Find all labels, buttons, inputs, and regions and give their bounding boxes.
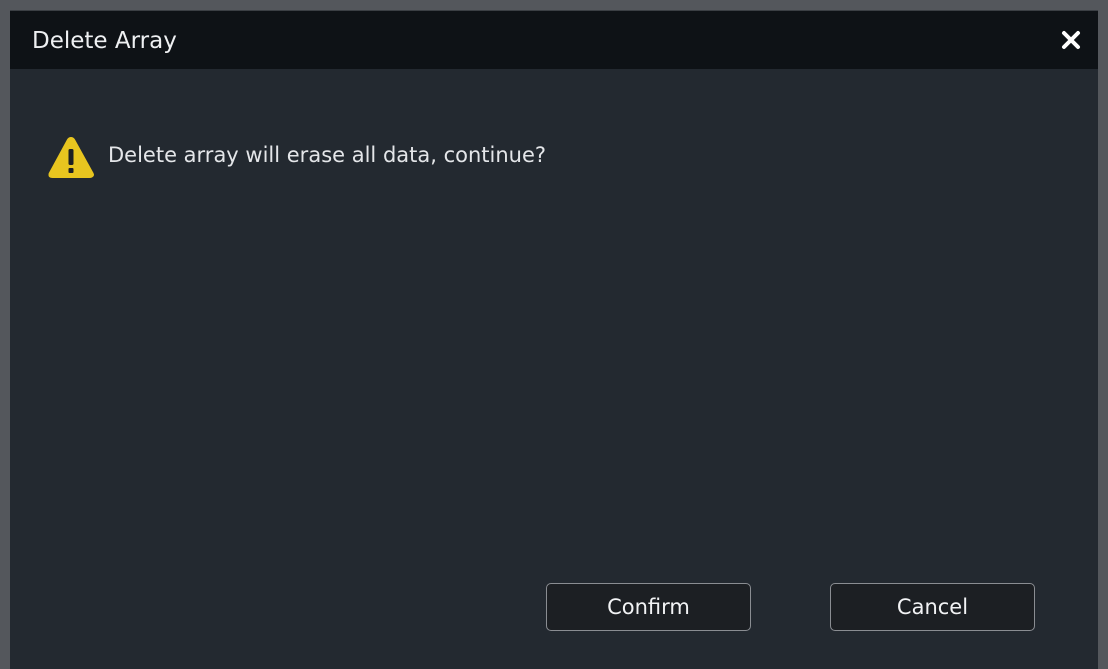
cancel-button[interactable]: Cancel: [830, 583, 1035, 631]
dialog-title: Delete Array: [32, 28, 177, 54]
dialog-titlebar: Delete Array: [10, 10, 1098, 69]
dialog-content: Delete array will erase all data, contin…: [10, 68, 1098, 669]
warning-message: Delete array will erase all data, contin…: [108, 143, 547, 167]
delete-array-dialog: Delete Array Delete array will erase all…: [0, 0, 1108, 669]
warning-triangle-icon: [46, 134, 96, 180]
confirm-button[interactable]: Confirm: [546, 583, 751, 631]
close-icon[interactable]: [1056, 25, 1086, 55]
